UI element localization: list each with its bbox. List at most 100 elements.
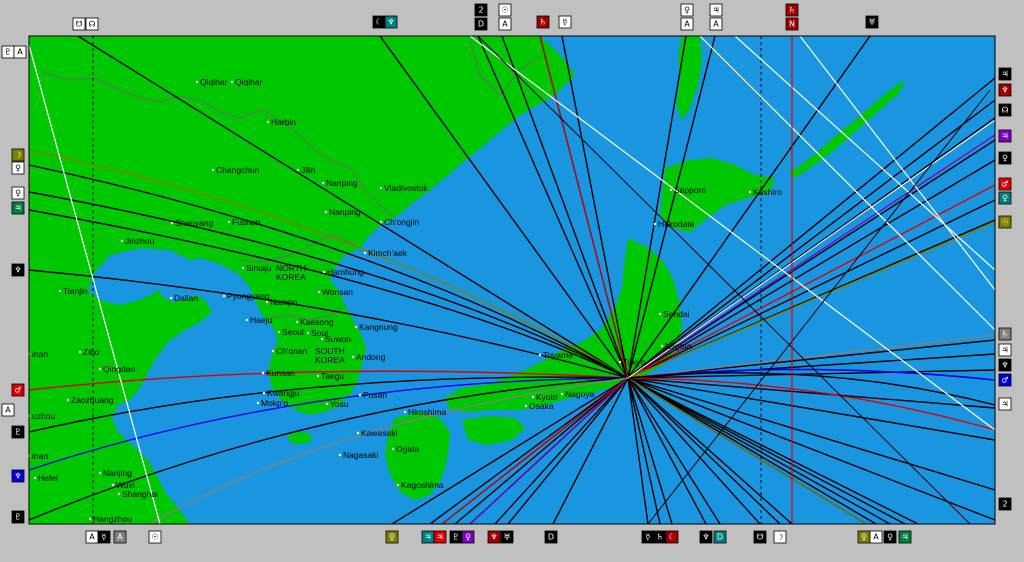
city-label: Hamhung	[327, 267, 364, 277]
svg-text:♆: ♆	[1001, 86, 1008, 95]
svg-text:☉: ☉	[151, 533, 158, 542]
city-marker	[211, 168, 215, 172]
city-marker	[98, 367, 102, 371]
city-label: Harbin	[271, 117, 296, 127]
country-label: KOREA	[315, 355, 345, 365]
svg-text:☊: ☊	[88, 20, 95, 29]
left-glyph-icon: ♆	[11, 263, 25, 277]
bottom-glyph-icon: ☿	[97, 530, 111, 544]
svg-text:☽: ☽	[14, 151, 21, 160]
bottom-glyph-icon: ☉	[148, 530, 162, 544]
city-marker	[195, 80, 199, 84]
bottom-glyph-icon: ♄	[653, 530, 667, 544]
svg-text:☽: ☽	[776, 533, 783, 542]
svg-text:♆: ♆	[14, 472, 21, 481]
svg-text:♇: ♇	[452, 533, 459, 542]
left-glyph-icon: ♃	[11, 201, 25, 215]
city-marker	[363, 251, 367, 255]
svg-text:♃: ♃	[901, 533, 908, 542]
city-label: inan	[32, 451, 48, 461]
svg-text:A: A	[502, 20, 508, 29]
svg-text:♀: ♀	[15, 189, 21, 198]
city-label: Zibo	[83, 347, 100, 357]
city-label: Changchun	[216, 165, 260, 175]
city-label: inan	[32, 349, 48, 359]
city-marker	[111, 483, 115, 487]
city-marker	[658, 312, 662, 316]
city-marker	[262, 391, 266, 395]
city-label: Yosu	[330, 399, 349, 409]
city-label: Shanghai	[122, 489, 158, 499]
city-label: Qiqihar	[200, 77, 228, 87]
right-glyph-icon: ♃	[998, 397, 1012, 411]
bottom-glyph-icon: A	[869, 530, 883, 544]
svg-text:♇: ♇	[4, 48, 11, 57]
bottom-glyph-icon: ♃	[433, 530, 447, 544]
left-glyph-icon: ♀	[11, 161, 25, 175]
city-marker	[531, 395, 535, 399]
top-glyph-icon: A	[709, 17, 723, 31]
svg-text:♀: ♀	[887, 533, 893, 542]
city-marker	[266, 120, 270, 124]
svg-text:A: A	[117, 533, 123, 542]
city-label: Tokyo	[623, 357, 645, 367]
right-glyph-icon: ♄	[998, 327, 1012, 341]
city-label: Dalian	[174, 293, 198, 303]
svg-text:A: A	[17, 48, 23, 57]
right-glyph-icon: ♆	[998, 83, 1012, 97]
city-label: Suwon	[325, 334, 351, 344]
city-marker	[317, 290, 321, 294]
bottom-glyph-icon: D	[713, 530, 727, 544]
city-marker	[261, 371, 265, 375]
svg-text:♄: ♄	[656, 533, 663, 542]
city-marker	[169, 296, 173, 300]
svg-text:♄: ♄	[1001, 330, 1008, 339]
city-marker	[618, 360, 622, 364]
city-marker	[88, 517, 92, 521]
left-glyph-icon: ♂	[11, 383, 25, 397]
left-glyph-icon: ♇	[11, 510, 25, 524]
svg-text:♂: ♂	[1001, 180, 1008, 189]
svg-text:♂: ♂	[1001, 376, 1008, 385]
top-glyph-icon: ♆	[384, 15, 398, 29]
svg-text:♀: ♀	[465, 533, 471, 542]
top-glyph-icon: N	[785, 17, 799, 31]
city-label: Niigata	[665, 341, 692, 351]
bottom-glyph-icon: ♀	[385, 530, 399, 544]
city-marker	[170, 221, 174, 225]
svg-text:♀: ♀	[1002, 194, 1008, 203]
top-glyph-icon: A	[680, 17, 694, 31]
svg-text:☿: ☿	[646, 533, 651, 542]
svg-text:♄: ♄	[539, 18, 546, 27]
city-marker	[265, 300, 269, 304]
svg-text:♇: ♇	[14, 513, 21, 522]
city-label: Haeju	[250, 315, 272, 325]
bottom-glyph-icon: ♇	[449, 530, 463, 544]
top-glyph-icon: D	[474, 17, 488, 31]
city-label: Toyama	[543, 350, 573, 360]
svg-text:♀: ♀	[684, 6, 690, 15]
city-marker	[324, 210, 328, 214]
svg-text:A: A	[684, 20, 690, 29]
bottom-glyph-icon: ☽	[773, 530, 787, 544]
city-marker	[227, 220, 231, 224]
city-label: Wonsan	[322, 287, 353, 297]
svg-text:☉: ☉	[1001, 218, 1008, 227]
city-label: Kangnung	[359, 322, 398, 332]
svg-text:☊: ☊	[1001, 106, 1008, 115]
svg-text:♃: ♃	[436, 533, 443, 542]
svg-text:♃: ♃	[424, 533, 431, 542]
city-marker	[403, 410, 407, 414]
bottom-glyph-icon: D	[544, 530, 558, 544]
bottom-glyph-icon: ♆	[487, 530, 501, 544]
city-label: Hangzhou	[93, 514, 132, 524]
city-marker	[524, 404, 528, 408]
country-label: KOREA	[276, 272, 306, 282]
svg-text:D: D	[548, 533, 554, 542]
top-glyph-icon: ☾	[372, 15, 386, 29]
city-label: Qiqihar	[235, 77, 263, 87]
city-marker	[351, 355, 355, 359]
city-marker	[306, 331, 310, 335]
city-label: Andong	[356, 352, 386, 362]
svg-text:♅: ♅	[503, 533, 510, 542]
